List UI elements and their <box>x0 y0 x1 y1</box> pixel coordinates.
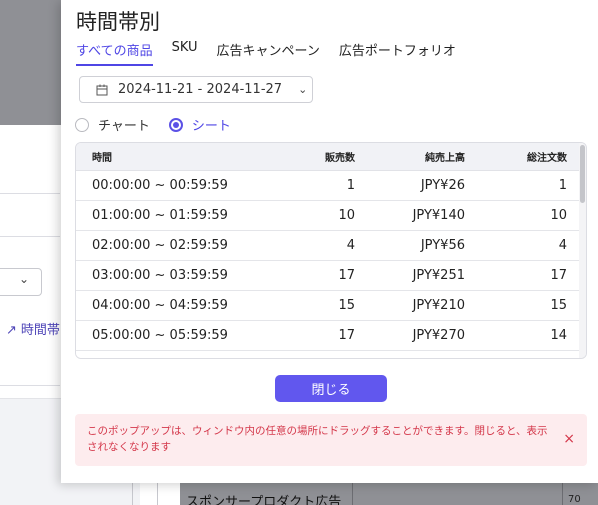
header-total-orders[interactable]: 総注文数 <box>527 143 567 170</box>
table-row: 00:00:00 ~ 00:59:59 1 JPY¥26 1 <box>76 171 581 201</box>
background-table-row: スポンサープロダクト広告 70 <box>180 480 598 505</box>
background-divider <box>0 385 60 386</box>
cell-total-orders: 14 <box>550 328 567 343</box>
close-button[interactable]: 閉じる <box>275 375 387 402</box>
cell-units-sold: 10 <box>338 208 355 223</box>
cell-time: 05:00:00 ~ 05:59:59 <box>92 328 228 343</box>
tab-sku[interactable]: SKU <box>172 40 198 66</box>
date-range-value: 2024-11-21 - 2024-11-27 <box>118 82 283 97</box>
radio-chart[interactable] <box>75 117 89 132</box>
cell-time: 03:00:00 ~ 03:59:59 <box>92 268 228 283</box>
close-icon[interactable]: × <box>563 431 575 447</box>
background-hourly-link[interactable]: ↗ 時間帯 <box>6 319 60 338</box>
tab-all-products[interactable]: すべての商品 <box>76 40 153 66</box>
header-net-sales[interactable]: 純売上高 <box>425 143 465 170</box>
background-table-divider <box>352 480 353 505</box>
cell-net-sales: JPY¥210 <box>412 298 465 313</box>
cell-total-orders: 10 <box>550 208 567 223</box>
drag-notice: このポップアップは、ウィンドウ内の任意の場所にドラッグすることができます。閉じる… <box>75 414 587 466</box>
cell-total-orders: 15 <box>550 298 567 313</box>
cell-net-sales: JPY¥140 <box>412 208 465 223</box>
cell-time: 06:00:00 ~ 06:59:59 <box>92 351 228 358</box>
background-select[interactable]: ⌄ <box>0 268 42 296</box>
table-row: 06:00:00 ~ 06:59:59 <box>76 351 581 358</box>
hourly-popup[interactable]: 時間帯別 すべての商品 SKU 広告キャンペーン 広告ポートフォリオ 2024-… <box>61 0 598 483</box>
table-scrollbar[interactable] <box>579 143 586 358</box>
calendar-icon <box>96 84 108 95</box>
table-row: 02:00:00 ~ 02:59:59 4 JPY¥56 4 <box>76 231 581 261</box>
background-table-number: 70 <box>568 494 581 505</box>
tab-ad-campaign[interactable]: 広告キャンペーン <box>217 40 320 66</box>
hourly-table: 時間 販売数 純売上高 総注文数 00:00:00 ~ 00:59:59 1 J… <box>75 142 587 359</box>
popup-title: 時間帯別 <box>76 10 160 34</box>
table-scrollbar-thumb[interactable] <box>580 145 585 203</box>
table-row: 04:00:00 ~ 04:59:59 15 JPY¥210 15 <box>76 291 581 321</box>
popup-tabs: すべての商品 SKU 広告キャンペーン 広告ポートフォリオ <box>76 40 456 66</box>
background-table-cell: スポンサープロダクト広告 <box>186 495 342 505</box>
background-link-label: 時間帯 <box>20 323 60 338</box>
cell-net-sales: JPY¥251 <box>412 268 465 283</box>
background-divider <box>0 236 60 237</box>
table-row: 05:00:00 ~ 05:59:59 17 JPY¥270 14 <box>76 321 581 351</box>
cell-total-orders: 1 <box>558 178 567 193</box>
header-time[interactable]: 時間 <box>92 143 112 170</box>
cell-net-sales: JPY¥270 <box>412 328 465 343</box>
view-mode-radio-group: チャート シート <box>75 115 250 134</box>
table-row: 03:00:00 ~ 03:59:59 17 JPY¥251 17 <box>76 261 581 291</box>
date-range-picker[interactable]: 2024-11-21 - 2024-11-27 ⌄ <box>79 76 313 103</box>
cell-time: 04:00:00 ~ 04:59:59 <box>92 298 228 313</box>
cell-time: 01:00:00 ~ 01:59:59 <box>92 208 228 223</box>
cell-units-sold: 4 <box>346 238 355 253</box>
cell-time: 00:00:00 ~ 00:59:59 <box>92 178 228 193</box>
cell-net-sales: JPY¥56 <box>420 238 465 253</box>
background-divider <box>0 193 60 194</box>
cell-units-sold: 17 <box>338 268 355 283</box>
radio-sheet[interactable] <box>168 117 183 132</box>
radio-sheet-label[interactable]: シート <box>192 115 231 134</box>
table-row: 01:00:00 ~ 01:59:59 10 JPY¥140 10 <box>76 201 581 231</box>
cell-units-sold: 15 <box>338 298 355 313</box>
cell-total-orders: 17 <box>550 268 567 283</box>
cell-time: 02:00:00 ~ 02:59:59 <box>92 238 228 253</box>
cell-net-sales: JPY¥26 <box>420 178 465 193</box>
cell-total-orders: 4 <box>558 238 567 253</box>
chevron-down-icon: ⌄ <box>18 272 29 286</box>
chevron-down-icon: ⌄ <box>298 83 308 96</box>
cell-units-sold: 1 <box>346 178 355 193</box>
table-header: 時間 販売数 純売上高 総注文数 <box>76 143 586 171</box>
background-table-divider <box>562 480 563 505</box>
tab-ad-portfolio[interactable]: 広告ポートフォリオ <box>339 40 456 66</box>
trend-icon: ↗ <box>6 323 17 338</box>
notice-text: このポップアップは、ウィンドウ内の任意の場所にドラッグすることができます。閉じる… <box>87 425 548 453</box>
header-units-sold[interactable]: 販売数 <box>325 143 355 170</box>
cell-units-sold: 17 <box>338 328 355 343</box>
radio-chart-label[interactable]: チャート <box>98 115 150 134</box>
